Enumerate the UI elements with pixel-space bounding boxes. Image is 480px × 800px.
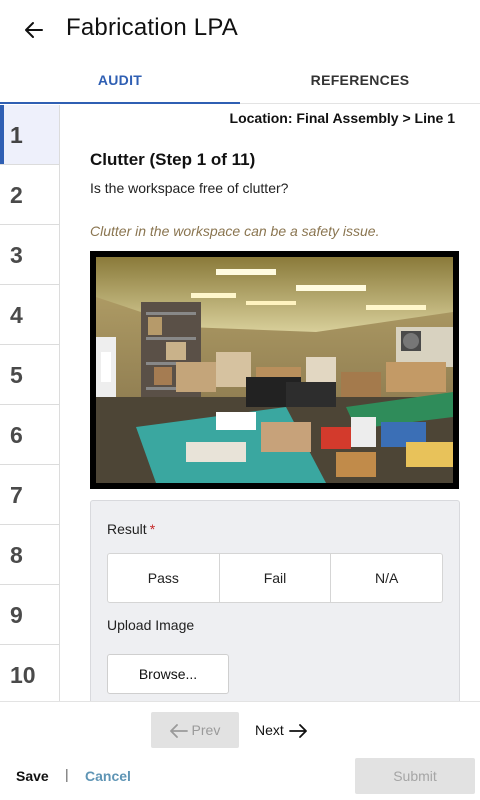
step-item-6[interactable]: 6 xyxy=(0,405,59,465)
back-button[interactable] xyxy=(22,18,46,42)
tab-audit[interactable]: AUDIT xyxy=(0,60,240,104)
step-item-5[interactable]: 5 xyxy=(0,345,59,405)
tab-bar: AUDIT REFERENCES xyxy=(0,60,480,104)
arrow-left-icon xyxy=(169,724,188,739)
prev-button[interactable]: Prev xyxy=(151,712,239,748)
step-item-1[interactable]: 1 xyxy=(0,105,59,165)
result-pass-button[interactable]: Pass xyxy=(108,554,220,602)
step-item-4[interactable]: 4 xyxy=(0,285,59,345)
step-title: Clutter (Step 1 of 11) xyxy=(90,150,256,169)
step-question: Is the workspace free of clutter? xyxy=(90,180,289,196)
step-item-10[interactable]: 10 xyxy=(0,645,59,701)
footer-separator: | xyxy=(65,766,69,782)
step-item-2[interactable]: 2 xyxy=(0,165,59,225)
footer: Prev Next Save | Cancel Submit xyxy=(0,701,480,800)
result-segmented-control: Pass Fail N/A xyxy=(107,553,443,603)
result-panel: Result * Pass Fail N/A Upload Image Brows… xyxy=(90,500,460,701)
save-button[interactable]: Save xyxy=(16,768,49,784)
result-label-text: Result xyxy=(107,521,147,537)
step-sidebar: 1 2 3 4 5 6 7 8 9 10 xyxy=(0,105,60,701)
submit-button[interactable]: Submit xyxy=(355,758,475,794)
step-hint: Clutter in the workspace can be a safety… xyxy=(90,223,380,239)
cluttered-workspace-photo xyxy=(96,257,453,483)
page-title: Fabrication LPA xyxy=(66,14,238,41)
upload-image-label: Upload Image xyxy=(107,617,195,633)
step-item-9[interactable]: 9 xyxy=(0,585,59,645)
step-item-7[interactable]: 7 xyxy=(0,465,59,525)
app-header: Fabrication LPA xyxy=(0,0,480,60)
result-fail-button[interactable]: Fail xyxy=(220,554,332,602)
prev-label: Prev xyxy=(191,722,221,738)
location-label: Location: Final Assembly > Line 1 xyxy=(229,110,455,126)
browse-button[interactable]: Browse... xyxy=(107,654,229,694)
arrow-left-icon xyxy=(25,22,43,38)
cancel-button[interactable]: Cancel xyxy=(85,768,131,784)
step-item-3[interactable]: 3 xyxy=(0,225,59,285)
audit-step-content: Location: Final Assembly > Line 1 Clutte… xyxy=(60,105,480,701)
reference-photo xyxy=(90,251,459,489)
tab-references[interactable]: REFERENCES xyxy=(240,60,480,104)
arrow-right-icon xyxy=(288,724,307,739)
next-label: Next xyxy=(255,722,284,738)
next-button[interactable]: Next xyxy=(255,712,308,748)
result-na-button[interactable]: N/A xyxy=(331,554,442,602)
required-marker: * xyxy=(149,521,156,537)
step-item-8[interactable]: 8 xyxy=(0,525,59,585)
result-label: Result * xyxy=(107,521,155,537)
